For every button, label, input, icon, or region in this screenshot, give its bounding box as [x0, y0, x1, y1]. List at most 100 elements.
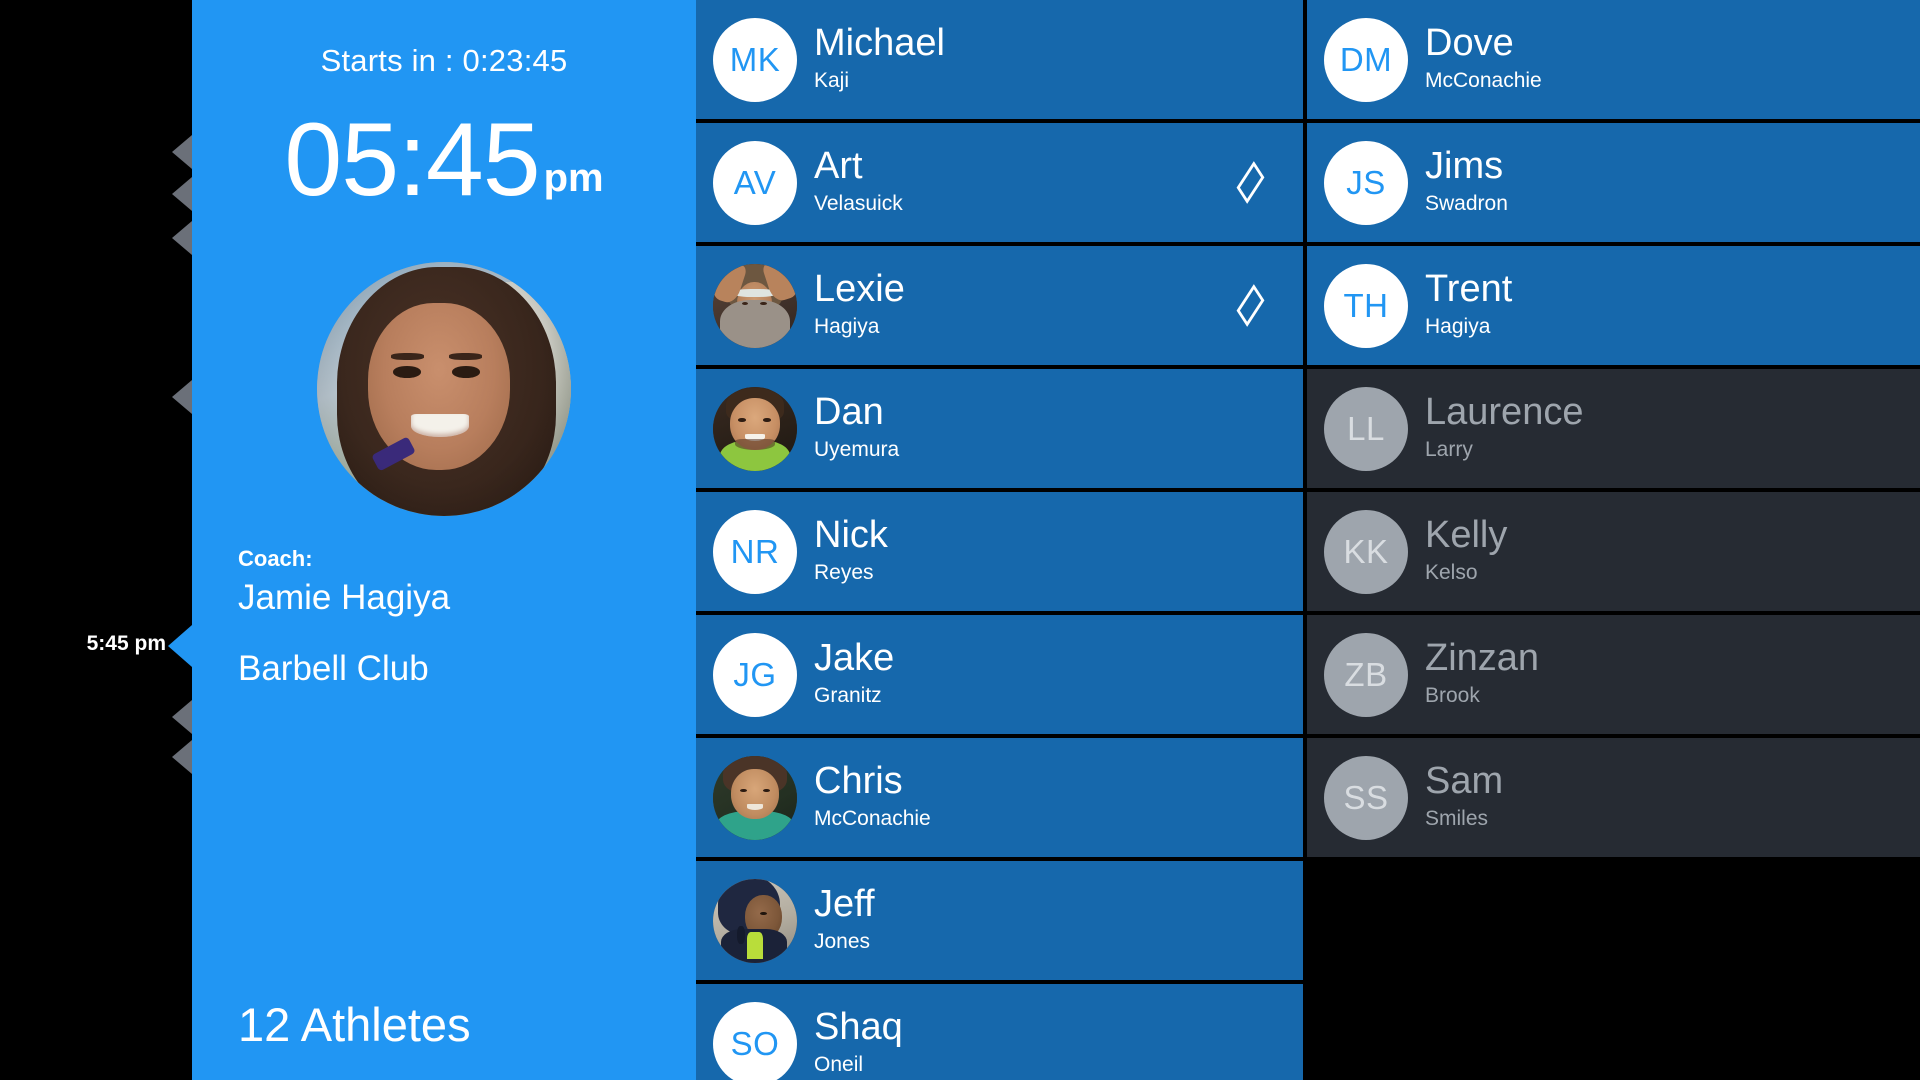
athlete-last-name: Swadron	[1425, 192, 1508, 216]
athlete-badge-slot	[1850, 651, 1884, 699]
class-name: Barbell Club	[238, 649, 429, 689]
athlete-first-name: Jeff	[814, 883, 875, 926]
time-rail-marker[interactable]	[172, 380, 192, 414]
athlete-last-name: Larry	[1425, 438, 1473, 462]
time-rail-marker-active[interactable]	[168, 625, 192, 667]
athlete-badge-slot	[1233, 159, 1267, 207]
athlete-row[interactable]: JS Jims Swadron	[1307, 123, 1920, 242]
athlete-first-name: Jake	[814, 637, 895, 680]
coach-name: Jamie Hagiya	[238, 577, 451, 617]
athlete-name-block: Jake Granitz	[814, 639, 894, 709]
athlete-roster: MK Michael Kaji AV Art Velasuick Lexie Hagiya Da…	[696, 0, 1920, 1080]
avatar-initials-text: LL	[1347, 409, 1385, 447]
athlete-row[interactable]: Lexie Hagiya	[696, 246, 1303, 365]
avatar-initials: JS	[1324, 140, 1408, 225]
athlete-row[interactable]: KK Kelly Kelso	[1307, 492, 1920, 611]
athlete-name-block: Dove McConachie	[1425, 24, 1542, 94]
athlete-first-name: Chris	[814, 760, 903, 803]
athlete-row[interactable]: NR Nick Reyes	[696, 492, 1303, 611]
athlete-badge-slot	[1233, 282, 1267, 330]
athlete-row[interactable]: TH Trent Hagiya	[1307, 246, 1920, 365]
time-rail-marker[interactable]	[172, 177, 192, 211]
athlete-row[interactable]: Chris McConachie	[696, 738, 1303, 857]
athlete-row[interactable]: MK Michael Kaji	[696, 0, 1303, 119]
athlete-name-block: Zinzan Brook	[1425, 639, 1539, 709]
athlete-last-name: Uyemura	[814, 438, 900, 462]
time-rail-active-label: 5:45 pm	[86, 632, 166, 655]
athlete-last-name: Jones	[814, 930, 871, 954]
athlete-name-block: Laurence Larry	[1425, 393, 1583, 463]
avatar-photo	[713, 263, 797, 348]
athlete-last-name: McConachie	[814, 807, 931, 831]
avatar-photo	[713, 386, 797, 471]
time-rail-marker[interactable]	[172, 135, 192, 169]
athlete-last-name: McConachie	[1425, 69, 1542, 93]
athlete-last-name: Hagiya	[814, 315, 880, 339]
athlete-badge-slot	[1233, 405, 1267, 453]
athlete-name-block: Sam Smiles	[1425, 762, 1503, 832]
avatar-initials-text: TH	[1343, 286, 1389, 324]
athlete-first-name: Dan	[814, 391, 884, 434]
athlete-last-name: Kelso	[1425, 561, 1478, 585]
diamond-icon	[1236, 161, 1264, 204]
athlete-last-name: Granitz	[814, 684, 882, 708]
athlete-name-block: Kelly Kelso	[1425, 516, 1507, 586]
athlete-badge-slot	[1850, 159, 1884, 207]
athlete-row[interactable]: ZB Zinzan Brook	[1307, 615, 1920, 734]
avatar-initials-text: SO	[730, 1024, 780, 1062]
avatar-photo	[713, 755, 797, 840]
coach-details: Coach: Jamie Hagiya Barbell Club	[238, 545, 676, 691]
athlete-name-block: Michael Kaji	[814, 24, 945, 94]
avatar-initials-text: AV	[733, 163, 777, 201]
avatar-initials-text: JG	[733, 655, 777, 693]
athlete-first-name: Dove	[1425, 22, 1514, 65]
avatar-initials: MK	[713, 17, 797, 102]
athlete-name-block: Lexie Hagiya	[814, 270, 905, 340]
athlete-name-block: Trent Hagiya	[1425, 270, 1512, 340]
avatar-initials-text: ZB	[1344, 655, 1388, 693]
athlete-last-name: Reyes	[814, 561, 874, 585]
athlete-row[interactable]: LL Laurence Larry	[1307, 369, 1920, 488]
starts-in-countdown: Starts in : 0:23:45	[320, 43, 568, 78]
avatar-initials-text: NR	[730, 532, 780, 570]
avatar-initials-text: DM	[1339, 40, 1393, 78]
athlete-row[interactable]: Jeff Jones	[696, 861, 1303, 980]
athlete-row[interactable]: Dan Uyemura	[696, 369, 1303, 488]
coach-label: Coach:	[238, 546, 313, 571]
athlete-first-name: Jims	[1425, 145, 1504, 188]
athlete-row[interactable]: JG Jake Granitz	[696, 615, 1303, 734]
time-rail-marker[interactable]	[172, 740, 192, 774]
athlete-badge-slot	[1850, 36, 1884, 84]
athlete-last-name: Hagiya	[1425, 315, 1491, 339]
athlete-first-name: Laurence	[1425, 391, 1584, 434]
athlete-first-name: Art	[814, 145, 863, 188]
athlete-row[interactable]: DM Dove McConachie	[1307, 0, 1920, 119]
avatar-initials: ZB	[1324, 632, 1408, 717]
time-rail-marker[interactable]	[172, 700, 192, 734]
athlete-row[interactable]: SS Sam Smiles	[1307, 738, 1920, 857]
avatar-photo-layer	[731, 768, 779, 820]
athlete-badge-slot	[1850, 282, 1884, 330]
class-roster-screen: 5:45 pm Starts in : 0:23:45 05:45 pm Coac…	[0, 0, 1920, 1080]
avatar-photo	[713, 878, 797, 963]
athlete-badge-slot	[1233, 528, 1267, 576]
athlete-last-name: Kaji	[814, 69, 850, 93]
athlete-name-block: Art Velasuick	[814, 147, 903, 217]
avatar-photo-layer	[746, 932, 764, 960]
athlete-name-block: Jeff Jones	[814, 885, 875, 955]
time-rail-marker[interactable]	[172, 221, 192, 255]
avatar-initials-text: SS	[1343, 778, 1389, 816]
avatar-initials-text: JS	[1346, 163, 1386, 201]
athlete-name-block: Jims Swadron	[1425, 147, 1508, 217]
athlete-last-name: Oneil	[814, 1053, 864, 1077]
avatar-initials: NR	[713, 509, 797, 594]
avatar-initials: AV	[713, 140, 797, 225]
athlete-row[interactable]: SO Shaq Oneil	[696, 984, 1303, 1080]
avatar-initials-text: KK	[1343, 532, 1389, 570]
avatar-photo-layer	[719, 300, 791, 348]
coach-avatar-photo	[317, 262, 571, 516]
athlete-badge-slot	[1233, 897, 1267, 945]
athlete-badge-slot	[1850, 774, 1884, 822]
athlete-first-name: Trent	[1425, 268, 1513, 311]
athlete-row[interactable]: AV Art Velasuick	[696, 123, 1303, 242]
